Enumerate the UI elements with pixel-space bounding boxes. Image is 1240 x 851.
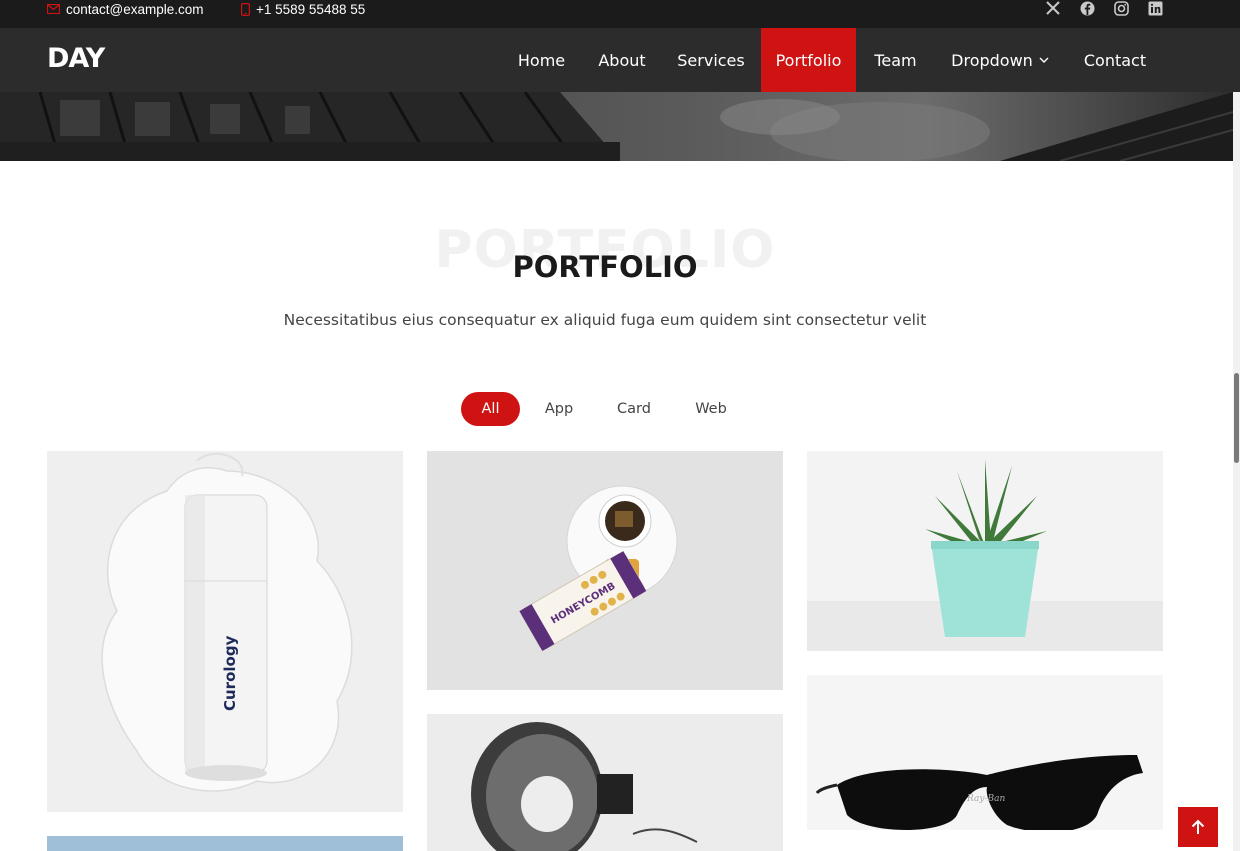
tea-product-image: HONEYCOMB bbox=[427, 451, 783, 690]
portfolio-item-4[interactable] bbox=[427, 714, 783, 851]
nav-contact[interactable]: Contact bbox=[1068, 28, 1162, 92]
email-text: contact@example.com bbox=[66, 1, 204, 17]
nav-portfolio[interactable]: Portfolio bbox=[761, 28, 856, 92]
portfolio-item-1[interactable]: Curology bbox=[47, 451, 403, 812]
page-scrollbar[interactable] bbox=[1233, 92, 1240, 851]
topbar: contact@example.com +1 5589 55488 55 bbox=[0, 0, 1240, 28]
filter-card[interactable]: Card bbox=[603, 392, 665, 426]
lamp-image bbox=[427, 714, 783, 851]
x-icon[interactable] bbox=[1045, 0, 1061, 16]
building-image bbox=[0, 92, 1233, 161]
site-header: DAY Home About Services Portfolio Team D… bbox=[0, 28, 1240, 92]
section-title: PORTFOLIO bbox=[512, 250, 698, 284]
filter-web[interactable]: Web bbox=[681, 392, 741, 426]
portfolio-item-6[interactable] bbox=[47, 836, 403, 851]
envelope-icon bbox=[47, 4, 60, 14]
phone-icon bbox=[241, 2, 250, 16]
linkedin-icon[interactable] bbox=[1147, 0, 1163, 16]
nav-home[interactable]: Home bbox=[503, 28, 580, 92]
hero-image bbox=[0, 92, 1233, 161]
arrow-up-icon bbox=[1191, 819, 1205, 835]
portfolio-item-3[interactable] bbox=[807, 451, 1163, 651]
phone-contact[interactable]: +1 5589 55488 55 bbox=[241, 0, 365, 18]
portfolio-item-5[interactable]: Ray-Ban bbox=[807, 675, 1163, 851]
phone-text: +1 5589 55488 55 bbox=[256, 1, 366, 17]
nav-dropdown-label: Dropdown bbox=[951, 50, 1033, 70]
filter-app[interactable]: App bbox=[530, 392, 588, 426]
portfolio-item-2[interactable]: HONEYCOMB bbox=[427, 451, 783, 690]
facebook-icon[interactable] bbox=[1079, 0, 1095, 16]
nav-dropdown[interactable]: Dropdown bbox=[935, 28, 1065, 92]
site-logo[interactable]: DAY bbox=[47, 43, 105, 74]
nav-team[interactable]: Team bbox=[859, 28, 932, 92]
filter-all[interactable]: All bbox=[461, 392, 520, 426]
email-contact[interactable]: contact@example.com bbox=[47, 0, 204, 18]
sunglasses-image: Ray-Ban bbox=[807, 675, 1163, 851]
scroll-to-top-button[interactable] bbox=[1178, 807, 1218, 847]
scrollbar-thumb[interactable] bbox=[1234, 373, 1239, 463]
section-description: Necessitatibus eius consequatur ex aliqu… bbox=[283, 311, 927, 329]
nav-about[interactable]: About bbox=[584, 28, 660, 92]
product-label: Curology bbox=[221, 635, 239, 711]
instagram-icon[interactable] bbox=[1113, 0, 1129, 16]
glasses-label: Ray-Ban bbox=[966, 794, 1005, 804]
plant-image bbox=[807, 451, 1163, 651]
chevron-down-icon bbox=[1039, 57, 1049, 64]
nav-services[interactable]: Services bbox=[664, 28, 758, 92]
product-bottle-image: Curology bbox=[47, 451, 403, 812]
